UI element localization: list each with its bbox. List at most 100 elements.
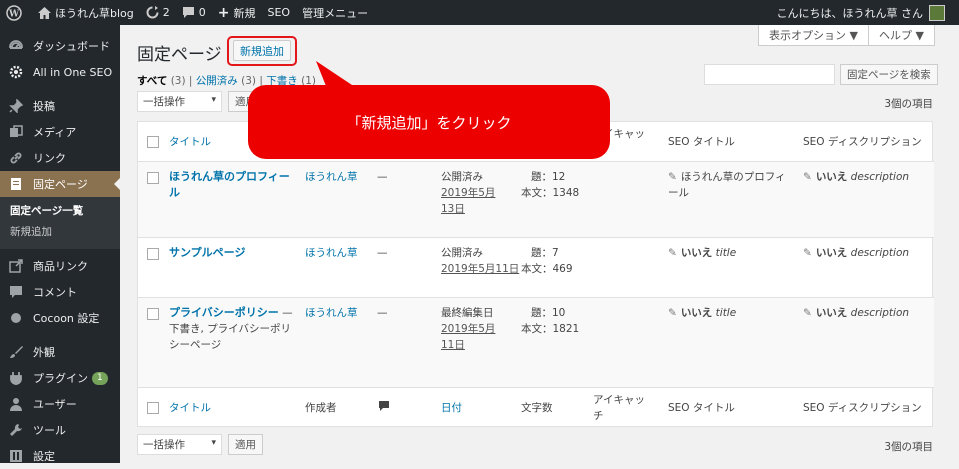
row-author[interactable]: ほうれん草 — [305, 169, 358, 185]
row-status: 最終編集日 — [441, 307, 494, 319]
pencil-icon: ✎ — [668, 171, 677, 183]
column-seo-desc-footer: SEO ディスクリプション — [803, 402, 922, 414]
apply-button-bottom[interactable]: 適用 — [228, 434, 263, 455]
table-row: サンプルページ ほうれん草 — 公開済み 2019年5月11日 題：7 本文：4… — [138, 238, 934, 298]
plugin-update-badge: 1 — [92, 371, 108, 385]
menu-item-comments[interactable]: コメント — [0, 279, 120, 305]
new-content-link[interactable]: + 新規 — [212, 0, 262, 25]
row-checkbox[interactable] — [147, 248, 159, 260]
site-name-link[interactable]: ほうれん草blog — [32, 0, 140, 25]
row-seo-desc[interactable]: ✎ いいえ description — [803, 245, 909, 261]
updates-link[interactable]: 2 — [140, 0, 176, 25]
help-button[interactable]: ヘルプ ▼ — [868, 25, 935, 46]
menu-item-posts[interactable]: 投稿 — [0, 93, 120, 119]
pin-icon — [8, 98, 24, 114]
search-button[interactable]: 固定ページを検索 — [840, 64, 938, 85]
row-seo-title[interactable]: ✎ ほうれん草のプロフィール — [668, 169, 788, 201]
column-title-footer[interactable]: タイトル — [169, 400, 211, 416]
wordpress-logo-icon[interactable]: W — [0, 0, 32, 25]
table-footer: タイトル 作成者 日付 文字数 アイキャッチ SEO タイトル SEO ディスク… — [138, 388, 934, 428]
comment-column-icon — [378, 400, 390, 417]
column-words-footer: 文字数 — [521, 402, 553, 414]
row-title[interactable]: プライバシーポリシー — [169, 306, 279, 319]
row-checkbox[interactable] — [147, 172, 159, 184]
menu-item-tools[interactable]: ツール — [0, 417, 120, 443]
table-row: プライバシーポリシー — 下書き, プライバシーポリシーページ ほうれん草 — … — [138, 298, 934, 388]
pencil-icon: ✎ — [668, 307, 677, 319]
page-title: 固定ページ — [137, 45, 222, 65]
screen-options-button[interactable]: 表示オプション ▼ — [758, 25, 869, 46]
column-date-footer[interactable]: 日付 — [441, 400, 462, 416]
filter-all-count: (3) — [170, 75, 186, 87]
column-author-footer: 作成者 — [305, 402, 337, 414]
pages-table: タイトル アイキャッチ SEO タイトル SEO ディスクリプション ほうれん草… — [137, 121, 934, 428]
comment-icon — [8, 284, 24, 300]
row-status: 公開済み — [441, 247, 483, 259]
select-all-checkbox[interactable] — [147, 136, 159, 148]
row-seo-desc[interactable]: ✎ いいえ description — [803, 305, 909, 321]
bulk-action-select-bottom[interactable]: 一括操作 — [137, 434, 222, 455]
comments-count: 0 — [198, 6, 206, 19]
row-seo-title[interactable]: ✎ いいえ title — [668, 245, 736, 261]
row-status: 公開済み — [441, 171, 483, 183]
settings-icon — [8, 448, 24, 464]
menu-item-product-links[interactable]: 商品リンク — [0, 253, 120, 279]
column-seo-desc: SEO ディスクリプション — [803, 136, 922, 148]
menu-item-appearance[interactable]: 外観 — [0, 339, 120, 365]
row-date: 2019年5月13日 — [441, 187, 496, 215]
filter-all[interactable]: すべて — [137, 75, 167, 87]
menu-item-plugins[interactable]: プラグイン 1 — [0, 365, 120, 391]
row-date: 2019年5月11日 — [441, 263, 520, 275]
menu-item-pages[interactable]: 固定ページ — [0, 171, 120, 197]
pencil-icon: ✎ — [803, 171, 812, 183]
row-author[interactable]: ほうれん草 — [305, 305, 358, 321]
row-checkbox[interactable] — [147, 308, 159, 320]
my-account[interactable]: こんにちは、ほうれん草 さん — [771, 0, 952, 25]
manage-menu-link[interactable]: 管理メニュー — [296, 0, 374, 25]
row-comments: — — [377, 171, 388, 183]
updates-count: 2 — [162, 6, 170, 19]
menu-item-users[interactable]: ユーザー — [0, 391, 120, 417]
bulk-action-select-top[interactable]: 一括操作 — [137, 91, 222, 112]
menu-item-links[interactable]: リンク — [0, 145, 120, 171]
gear-icon — [8, 64, 24, 80]
comments-link[interactable]: 0 — [176, 0, 212, 25]
submenu-add-new[interactable]: 新規追加 — [0, 222, 120, 243]
column-seo-title-footer: SEO タイトル — [668, 402, 735, 414]
row-seo-title[interactable]: ✎ いいえ title — [668, 305, 736, 321]
row-title[interactable]: サンプルページ — [169, 245, 245, 261]
admin-menu: ダッシュボード All in One SEO 投稿 メディア リンク 固定ページ… — [0, 25, 120, 463]
column-title[interactable]: タイトル — [169, 134, 211, 150]
menu-item-cocoon[interactable]: Cocoon 設定 — [0, 305, 120, 331]
updates-icon — [146, 6, 159, 19]
select-all-checkbox-footer[interactable] — [147, 402, 159, 414]
column-seo-title: SEO タイトル — [668, 136, 735, 148]
table-row: ほうれん草のプロフィール ほうれん草 — 公開済み 2019年5月13日 題：1… — [138, 162, 934, 238]
row-title[interactable]: ほうれん草のプロフィール — [169, 169, 294, 201]
filter-published[interactable]: 公開済み — [196, 75, 238, 87]
dashboard-icon — [8, 38, 24, 54]
callout-text: 「新規追加」をクリック — [346, 113, 512, 132]
row-heads: 題：10 — [531, 307, 566, 319]
row-seo-desc[interactable]: ✎ いいえ description — [803, 169, 909, 185]
row-author[interactable]: ほうれん草 — [305, 245, 358, 261]
plus-icon: + — [217, 4, 230, 21]
site-name: ほうれん草blog — [55, 6, 134, 20]
row-date: 2019年5月11日 — [441, 323, 496, 351]
pencil-icon: ✎ — [803, 247, 812, 259]
menu-item-media[interactable]: メディア — [0, 119, 120, 145]
greeting: こんにちは、ほうれん草 さん — [776, 6, 924, 20]
items-count-bottom: 3個の項目 — [884, 441, 933, 453]
circle-icon — [8, 310, 24, 326]
menu-item-aioseo[interactable]: All in One SEO — [0, 59, 120, 85]
seo-link[interactable]: SEO — [262, 0, 297, 25]
row-body: 本文：469 — [521, 263, 573, 275]
row-body: 本文：1821 — [521, 323, 580, 335]
submenu-all-pages[interactable]: 固定ページ一覧 — [0, 201, 120, 222]
menu-item-dashboard[interactable]: ダッシュボード — [0, 33, 120, 59]
menu-item-settings[interactable]: 設定 — [0, 443, 120, 469]
search-input[interactable] — [704, 64, 835, 85]
items-count-top: 3個の項目 — [884, 98, 933, 110]
avatar — [929, 4, 945, 21]
row-heads: 題：12 — [531, 171, 566, 183]
